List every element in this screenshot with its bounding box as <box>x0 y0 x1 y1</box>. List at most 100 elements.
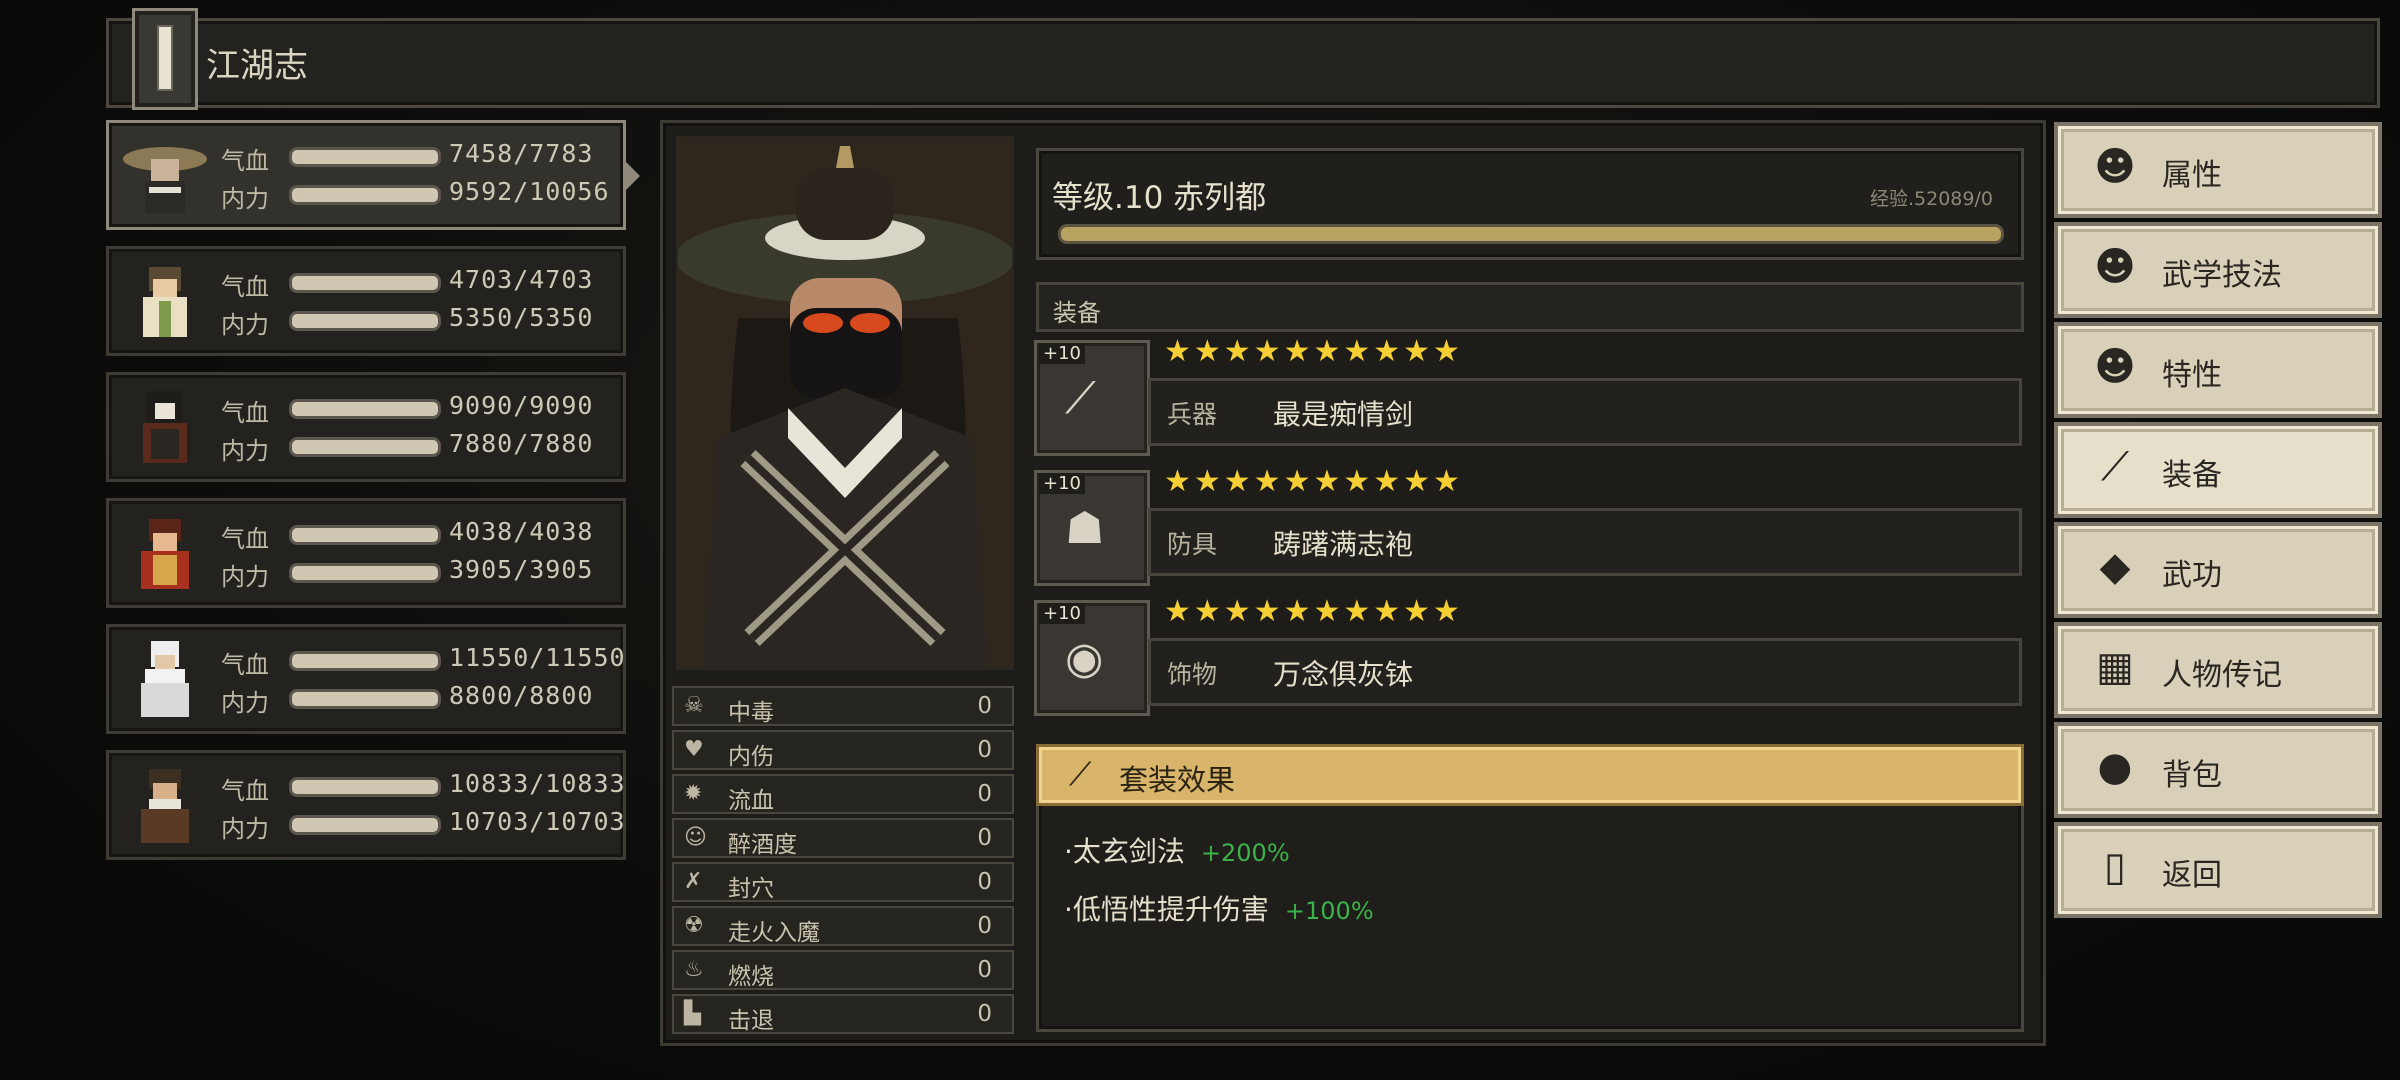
manual-book-icon: ◆ <box>2099 544 2131 590</box>
equipment-header-label: 装备 <box>1053 299 1101 327</box>
menu-biography-button[interactable]: ▦ 人物传记 <box>2054 622 2382 718</box>
menu-martial-techniques-button[interactable]: ☻ 武学技法 <box>2054 222 2382 318</box>
armor-row[interactable]: 防具 踌躇满志袍 <box>1148 508 2022 576</box>
mp-value: 8800/8800 <box>449 681 594 710</box>
hp-value: 11550/11550 <box>449 643 626 672</box>
avatar <box>141 519 189 589</box>
hp-label: 气血 <box>221 147 269 175</box>
character-portrait <box>676 136 1014 670</box>
set-bonus-title: 套装效果 <box>1119 763 1236 797</box>
hp-value: 10833/10833 <box>449 769 626 798</box>
enhance-level: +10 <box>1039 343 1085 364</box>
trait-icon: ☻ <box>2094 344 2136 390</box>
menu-traits-button[interactable]: ☻ 特性 <box>2054 322 2382 418</box>
demon-icon: ☢ <box>684 913 704 938</box>
hp-value: 7458/7783 <box>449 139 594 168</box>
weapon-row[interactable]: 兵器 最是痴情剑 <box>1148 378 2022 446</box>
mp-bar <box>289 563 441 583</box>
mp-label: 内力 <box>221 185 269 213</box>
status-name: 击退 <box>728 1008 774 1034</box>
menu-bag-button[interactable]: ● 背包 <box>2054 722 2382 818</box>
mp-bar <box>289 437 441 457</box>
menu-equipment-button[interactable]: ⟋ 装备 <box>2054 422 2382 518</box>
avatar <box>143 267 187 337</box>
experience-text: 经验.52089/0 <box>1870 188 1993 210</box>
hp-bar <box>289 777 441 797</box>
character-icon: ☻ <box>2094 144 2136 190</box>
status-qi-deviation: ☢ 走火入魔 0 <box>672 906 1014 946</box>
mp-value: 3905/3905 <box>449 555 594 584</box>
mp-label: 内力 <box>221 311 269 339</box>
journal-book-icon <box>132 8 198 110</box>
set-effect-1: ·太玄剑法 +200% <box>1064 830 1290 870</box>
status-burning: ♨ 燃烧 0 <box>672 950 1014 990</box>
selected-arrow-icon <box>624 160 640 192</box>
bag-icon: ● <box>2097 744 2133 790</box>
hp-bar <box>289 651 441 671</box>
status-name: 流血 <box>728 788 774 814</box>
status-knockback: ▙ 击退 0 <box>672 994 1014 1034</box>
mp-bar <box>289 689 441 709</box>
equipment-name: 最是痴情剑 <box>1273 398 1414 431</box>
set-effect-2: ·低悟性提升伤害 +100% <box>1064 888 1374 928</box>
drunk-face-icon: ☺ <box>684 825 707 850</box>
menu-label: 背包 <box>2162 758 2222 793</box>
status-name: 燃烧 <box>728 964 774 990</box>
equipment-type: 防具 <box>1167 530 1218 559</box>
effect-value: +100% <box>1284 897 1374 925</box>
mp-value: 9592/10056 <box>449 177 610 206</box>
sword-icon: ⟋ <box>1069 755 1092 793</box>
menu-return-button[interactable]: ▯ 返回 <box>2054 822 2382 918</box>
mp-bar <box>289 185 441 205</box>
menu-label: 人物传记 <box>2162 658 2282 693</box>
party-member-2[interactable]: 气血 4703/4703 内力 5350/5350 <box>106 246 626 356</box>
martial-arts-icon: ☻ <box>2094 244 2136 290</box>
weapon-slot[interactable]: +10 ⟋ <box>1034 340 1150 456</box>
door-icon: ▯ <box>2103 844 2126 890</box>
avatar <box>141 769 189 843</box>
hp-label: 气血 <box>221 777 269 805</box>
avatar <box>143 391 187 463</box>
weapon-stars: ★★★★★★★★★★ <box>1164 334 1463 369</box>
scroll-icon: ▦ <box>2096 644 2134 690</box>
accessory-row[interactable]: 饰物 万念俱灰钵 <box>1148 638 2022 706</box>
menu-label: 属性 <box>2162 158 2222 193</box>
mp-value: 7880/7880 <box>449 429 594 458</box>
flame-icon: ♨ <box>684 957 704 982</box>
party-member-3[interactable]: 气血 9090/9090 内力 7880/7880 <box>106 372 626 482</box>
hp-value: 9090/9090 <box>449 391 594 420</box>
armor-slot[interactable]: +10 ☗ <box>1034 470 1150 586</box>
menu-attributes-button[interactable]: ☻ 属性 <box>2054 122 2382 218</box>
menu-kungfu-button[interactable]: ◆ 武功 <box>2054 522 2382 618</box>
blood-drop-icon: ✹ <box>684 781 703 806</box>
hp-bar <box>289 525 441 545</box>
status-sealed-acupoint: ✗ 封穴 0 <box>672 862 1014 902</box>
status-value: 0 <box>977 957 992 983</box>
status-value: 0 <box>977 693 992 719</box>
mp-label: 内力 <box>221 563 269 591</box>
skull-icon: ☠ <box>684 693 704 718</box>
party-member-4[interactable]: 气血 4038/4038 内力 3905/3905 <box>106 498 626 608</box>
menu-label: 武功 <box>2162 558 2222 593</box>
status-name: 封穴 <box>728 876 774 902</box>
status-value: 0 <box>977 1001 992 1027</box>
mp-bar <box>289 815 441 835</box>
accessory-slot[interactable]: +10 ◉ <box>1034 600 1150 716</box>
mp-value: 5350/5350 <box>449 303 594 332</box>
effect-value: +200% <box>1200 839 1290 867</box>
status-value: 0 <box>977 781 992 807</box>
avatar <box>141 641 189 717</box>
effect-name: ·太玄剑法 <box>1064 835 1185 868</box>
menu-label: 装备 <box>2162 458 2222 493</box>
party-member-5[interactable]: 气血 11550/11550 内力 8800/8800 <box>106 624 626 734</box>
equipment-header: 装备 <box>1036 282 2024 332</box>
bowl-icon: ◉ <box>1065 633 1104 684</box>
acupoint-icon: ✗ <box>684 869 703 894</box>
hp-label: 气血 <box>221 525 269 553</box>
mp-label: 内力 <box>221 689 269 717</box>
robe-icon: ☗ <box>1065 503 1105 554</box>
enhance-level: +10 <box>1039 473 1085 494</box>
status-value: 0 <box>977 737 992 763</box>
party-member-6[interactable]: 气血 10833/10833 内力 10703/10703 <box>106 750 626 860</box>
party-member-1[interactable]: 气血 7458/7783 内力 9592/10056 <box>106 120 626 230</box>
